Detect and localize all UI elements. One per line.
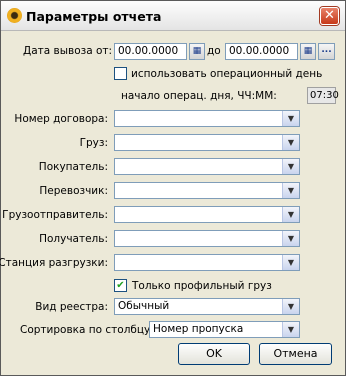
report-params-dialog: Параметры отчета ✕ Дата вывоза от: 00.00…	[0, 0, 346, 376]
profile-cargo-label: Только профильный груз	[132, 280, 272, 292]
sort-value: Номер пропуска	[153, 323, 244, 335]
registry-select[interactable]: Обычный ▼	[114, 298, 300, 315]
date-from-label: Дата вывоза от:	[23, 45, 113, 57]
chevron-down-icon[interactable]: ▼	[282, 183, 299, 198]
chevron-down-icon[interactable]: ▼	[282, 255, 299, 270]
date-to-label: до	[207, 45, 221, 57]
filter-label-cargo: Груз:	[79, 137, 108, 149]
date-from-field[interactable]: 00.00.0000	[114, 43, 187, 60]
sort-label: Сортировка по столбцу:	[20, 324, 154, 336]
chevron-down-icon[interactable]: ▼	[282, 207, 299, 222]
calendar-icon: ▦	[192, 46, 202, 56]
window-title: Параметры отчета	[26, 9, 162, 24]
filter-contract-select[interactable]: ▼	[114, 110, 300, 127]
filter-shipper-select[interactable]: ▼	[114, 206, 300, 223]
chevron-down-icon[interactable]: ▼	[282, 299, 299, 314]
opday-start-field[interactable]: 07:30	[307, 87, 339, 104]
filter-label-carrier: Перевозчик:	[39, 185, 108, 197]
calendar-icon: ▦	[303, 46, 313, 56]
registry-label: Вид реестра:	[35, 301, 108, 313]
filter-label-receiver: Получатель:	[39, 233, 108, 245]
chevron-down-icon[interactable]: ▼	[282, 135, 299, 150]
profile-cargo-checkbox[interactable]: ✔	[114, 279, 127, 292]
filter-cargo-select[interactable]: ▼	[114, 134, 300, 151]
filter-label-station: Станция разгрузки:	[0, 257, 108, 269]
calendar-to-button[interactable]: ▦	[300, 43, 316, 60]
filter-receiver-select[interactable]: ▼	[114, 230, 300, 247]
filter-label-contract: Номер договора:	[14, 113, 108, 125]
filter-label-shipper: Грузоотправитель:	[2, 209, 108, 221]
chevron-down-icon[interactable]: ▼	[282, 231, 299, 246]
title-bar[interactable]: Параметры отчета ✕	[1, 1, 345, 31]
filter-label-buyer: Покупатель:	[38, 161, 108, 173]
more-button[interactable]: ...	[318, 43, 335, 60]
calendar-from-button[interactable]: ▦	[189, 43, 205, 60]
registry-value: Обычный	[118, 300, 170, 312]
filter-station-select[interactable]: ▼	[114, 254, 300, 271]
chevron-down-icon[interactable]: ▼	[282, 159, 299, 174]
close-button[interactable]: ✕	[320, 7, 339, 25]
date-to-field[interactable]: 00.00.0000	[225, 43, 298, 60]
chevron-down-icon[interactable]: ▼	[282, 322, 299, 337]
chevron-down-icon[interactable]: ▼	[282, 111, 299, 126]
filter-buyer-select[interactable]: ▼	[114, 158, 300, 175]
sort-select[interactable]: Номер пропуска ▼	[149, 321, 300, 338]
cancel-button[interactable]: Отмена	[259, 343, 332, 365]
sunflower-icon	[7, 8, 22, 23]
opday-checkbox-label: использовать операционный день	[131, 68, 323, 80]
opday-checkbox[interactable]	[114, 67, 127, 80]
ok-button[interactable]: OK	[178, 343, 250, 365]
opday-start-label: начало операц. дня, ЧЧ:ММ:	[121, 90, 277, 102]
filter-carrier-select[interactable]: ▼	[114, 182, 300, 199]
